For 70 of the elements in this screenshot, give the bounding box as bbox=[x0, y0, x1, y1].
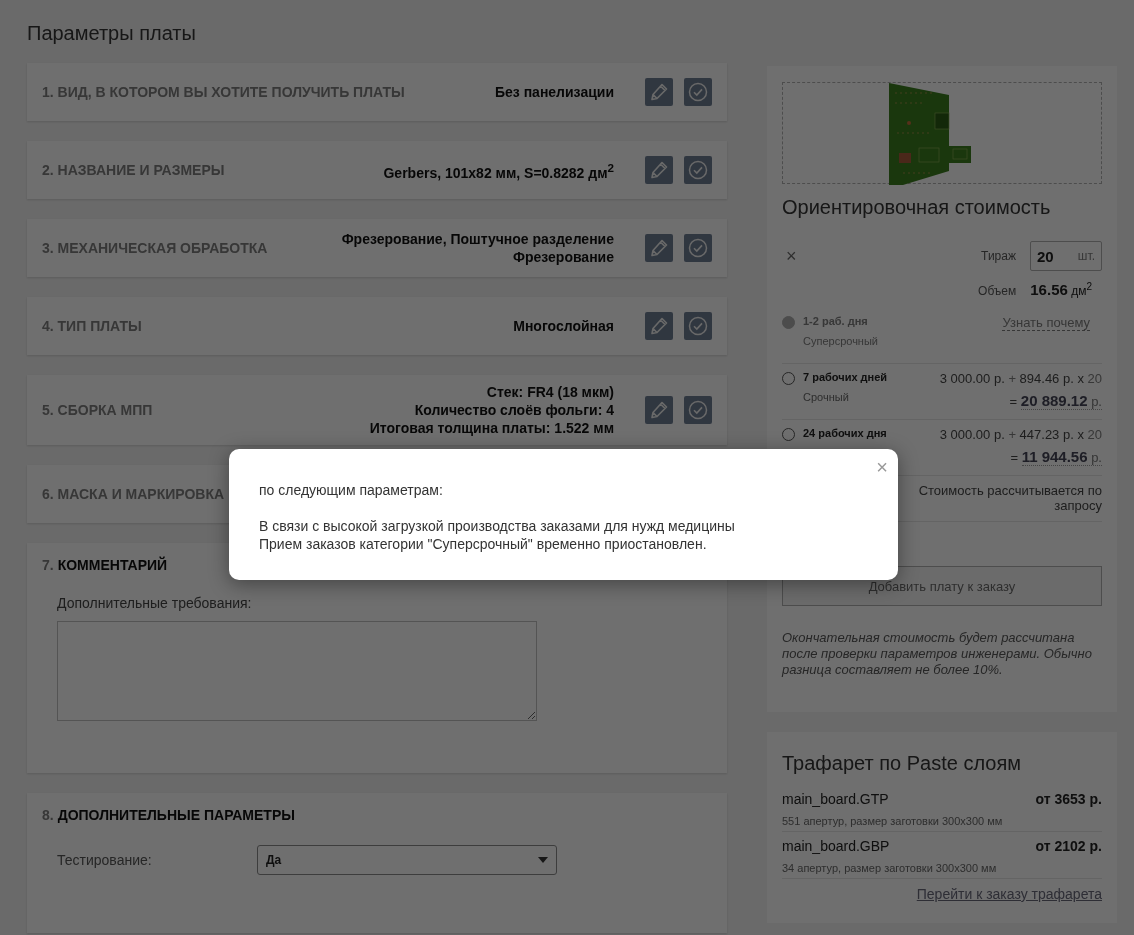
edit-button[interactable] bbox=[645, 78, 673, 106]
section-title[interactable]: 1. ВИД, В КОТОРОМ ВЫ ХОТИТЕ ПОЛУЧИТЬ ПЛАТЫ bbox=[42, 84, 435, 100]
quantity-label: Тираж bbox=[981, 249, 1016, 263]
stencil-title: Трафарет по Paste слоям bbox=[782, 752, 1023, 775]
option-label: 1-2 раб. дня bbox=[803, 315, 869, 327]
option-label: 24 рабочих дня bbox=[803, 427, 887, 439]
stencil-details: 551 апертур, размер заготовки 300x300 мм bbox=[782, 815, 1004, 827]
section-value: Фрезерование, Поштучное разделение bbox=[341, 230, 614, 248]
volume-value: 16.56 дм$^{2}$ bbox=[1030, 281, 1092, 298]
volume-label: Объем bbox=[978, 284, 1017, 298]
section-value: Количество слоёв фольги: 4 bbox=[413, 401, 614, 419]
confirm-button[interactable] bbox=[684, 234, 712, 262]
section-value: Стек: FR4 (18 мкм) bbox=[485, 383, 614, 401]
option-sublabel: Срочный bbox=[803, 391, 850, 403]
field-label: Дополнительные требования: bbox=[57, 595, 253, 611]
stencil-price: от 2102 р. bbox=[1035, 838, 1102, 854]
check-circle-icon bbox=[688, 82, 708, 102]
section-value: Фрезерование bbox=[512, 248, 614, 266]
pencil-icon bbox=[649, 400, 669, 420]
section-title[interactable]: 2. НАЗВАНИЕ И РАЗМЕРЫ bbox=[42, 162, 324, 178]
cost-footnote: Окончательная стоимость будет рассчитана после проверки параметров инженерами. Обычно разница составляет не более 10%. bbox=[782, 630, 1093, 678]
field-label: Тестирование: bbox=[57, 852, 153, 868]
dialog-text: по следующим параметрам: bbox=[259, 481, 444, 499]
section-value: Без панелизации bbox=[494, 83, 614, 101]
section-number: 7. bbox=[42, 557, 54, 573]
dialog-text: В связи с высокой загрузкой производства заказами для нужд медицины bbox=[259, 517, 736, 535]
price-formula: 3 000.00 р. + 894.46 р. x 20 bbox=[939, 371, 1102, 386]
section-title: ДОПОЛНИТЕЛЬНЫЕ ПАРАМЕТРЫ bbox=[57, 807, 295, 823]
option-sublabel: Суперсрочный bbox=[803, 335, 878, 347]
pencil-icon bbox=[649, 82, 669, 102]
section-title: КОММЕНТАРИЙ bbox=[57, 557, 168, 573]
close-button[interactable]: × bbox=[876, 457, 888, 477]
check-circle-icon bbox=[688, 238, 708, 258]
edit-button[interactable] bbox=[645, 234, 673, 262]
confirm-button[interactable] bbox=[684, 396, 712, 424]
stencil-order-link[interactable]: Перейти к заказу трафарета bbox=[916, 886, 1102, 902]
dialog-text: Прием заказов категории "Суперсрочный" временно приостановлен. bbox=[259, 535, 708, 553]
file-name: main_board.GTP bbox=[782, 791, 889, 807]
caret-icon bbox=[538, 857, 548, 863]
confirm-button[interactable] bbox=[684, 312, 712, 340]
pencil-icon bbox=[649, 238, 669, 258]
stencil-price: от 3653 р. bbox=[1035, 791, 1102, 807]
price-formula: 3 000.00 р. + 447.23 р. x 20 bbox=[939, 427, 1102, 442]
section-value: Многослойная bbox=[513, 317, 614, 335]
price-note: Стоимость рассчитывается по запросу bbox=[917, 483, 1102, 513]
check-circle-icon bbox=[688, 160, 708, 180]
confirm-button[interactable] bbox=[684, 78, 712, 106]
stencil-details: 34 апертур, размер заготовки 300x300 мм bbox=[782, 862, 998, 874]
select-field[interactable]: Да bbox=[257, 845, 557, 875]
page-title: Параметры платы bbox=[27, 22, 197, 45]
pencil-icon bbox=[649, 316, 669, 336]
edit-button[interactable] bbox=[645, 156, 673, 184]
check-circle-icon bbox=[688, 316, 708, 336]
section-title[interactable]: 4. ТИП ПЛАТЫ bbox=[42, 318, 454, 334]
check-circle-icon bbox=[688, 400, 708, 420]
edit-button[interactable] bbox=[645, 396, 673, 424]
quantity-field[interactable]: 20 шт. bbox=[1030, 241, 1102, 271]
section-value: Итоговая толщина платы: 1.522 мм bbox=[369, 419, 614, 437]
clear-button[interactable]: × bbox=[786, 245, 797, 267]
comment-field[interactable] bbox=[57, 621, 537, 721]
file-name: main_board.GBP bbox=[782, 838, 890, 854]
option-label: 7 рабочих дней bbox=[803, 371, 888, 383]
cost-title: Ориентировочная стоимость bbox=[782, 196, 1052, 219]
section-title[interactable]: 3. МЕХАНИЧЕСКАЯ ОБРАБОТКА bbox=[42, 240, 282, 256]
confirm-button[interactable] bbox=[684, 156, 712, 184]
section-value: Gerbers, 101x82 мм, S=0.8282 дм$^{2}$ bbox=[383, 159, 614, 182]
edit-button[interactable] bbox=[645, 312, 673, 340]
section-title[interactable]: 5. СБОРКА МПП bbox=[42, 402, 310, 418]
section-number: 8. bbox=[42, 807, 54, 823]
pencil-icon bbox=[649, 160, 669, 180]
